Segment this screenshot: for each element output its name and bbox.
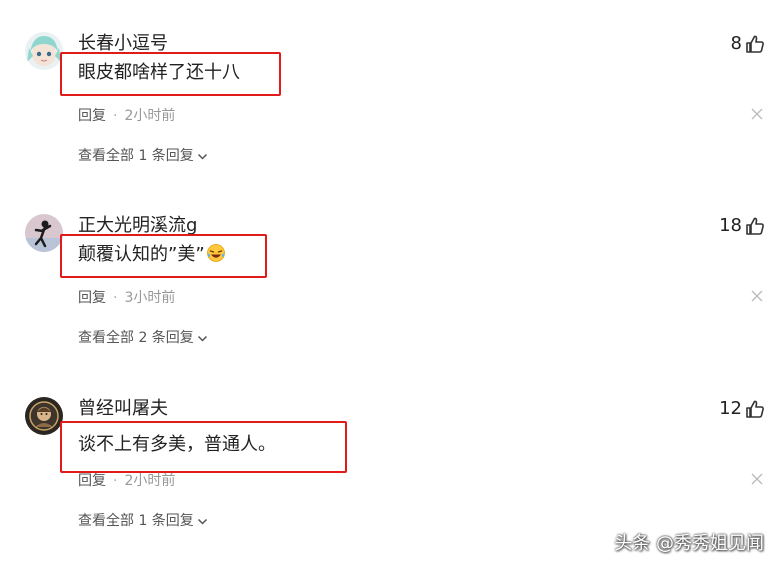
- view-replies-label: 查看全部 2 条回复: [78, 330, 194, 346]
- like-count: 18: [719, 215, 742, 236]
- close-icon[interactable]: [751, 108, 763, 120]
- view-replies-link[interactable]: 查看全部 2 条回复: [78, 328, 208, 348]
- laughing-emoji-icon: [206, 244, 225, 262]
- thumbs-up-icon: [746, 217, 764, 235]
- view-replies-link[interactable]: 查看全部 1 条回复: [78, 511, 208, 531]
- like-button[interactable]: 18: [719, 214, 765, 238]
- view-replies-link[interactable]: 查看全部 1 条回复: [78, 146, 208, 166]
- like-count: 8: [730, 33, 742, 54]
- thumbs-up-icon: [746, 35, 764, 53]
- close-icon[interactable]: [751, 473, 763, 485]
- chevron-down-icon: [197, 335, 207, 342]
- username[interactable]: 曾经叫屠夫: [78, 397, 168, 421]
- thumbs-up-icon: [746, 400, 764, 418]
- chevron-down-icon: [197, 518, 207, 525]
- avatar[interactable]: [25, 397, 63, 435]
- reply-button[interactable]: 回复: [78, 473, 106, 489]
- like-button[interactable]: 12: [719, 397, 765, 421]
- separator-dot: ·: [113, 473, 118, 489]
- timestamp: 2小时前: [124, 108, 176, 124]
- comment-text: 谈不上有多美，普通人。: [78, 434, 276, 455]
- view-replies-label: 查看全部 1 条回复: [78, 513, 194, 529]
- comment-text: 眼皮都啥样了还十八: [78, 62, 240, 83]
- view-replies-label: 查看全部 1 条回复: [78, 148, 194, 164]
- comment-text: 颠覆认知的”美”: [78, 244, 205, 265]
- close-icon[interactable]: [751, 290, 763, 302]
- like-button[interactable]: 8: [731, 32, 765, 56]
- comment-meta: 回复 · 3小时前: [78, 288, 175, 308]
- like-count: 12: [719, 398, 742, 419]
- avatar[interactable]: [25, 32, 63, 70]
- timestamp: 2小时前: [124, 473, 176, 489]
- comment-item: 正大光明溪流g 18 颠覆认知的”美” 回复 · 3小时前 查看全部 2 条回复: [0, 214, 781, 396]
- reply-button[interactable]: 回复: [78, 290, 106, 306]
- chevron-down-icon: [197, 153, 207, 160]
- timestamp: 3小时前: [124, 290, 176, 306]
- comment-text-row: 颠覆认知的”美”: [78, 241, 226, 269]
- comment-item: 长春小逗号 8 眼皮都啥样了还十八 回复 · 2小时前 查看全部 1 条回复: [0, 32, 781, 214]
- separator-dot: ·: [113, 290, 118, 306]
- watermark: 头条 @秀秀姐见闻: [614, 533, 764, 554]
- reply-button[interactable]: 回复: [78, 108, 106, 124]
- separator-dot: ·: [113, 108, 118, 124]
- comment-meta: 回复 · 2小时前: [78, 471, 175, 491]
- comment-meta: 回复 · 2小时前: [78, 106, 175, 126]
- avatar[interactable]: [25, 214, 63, 252]
